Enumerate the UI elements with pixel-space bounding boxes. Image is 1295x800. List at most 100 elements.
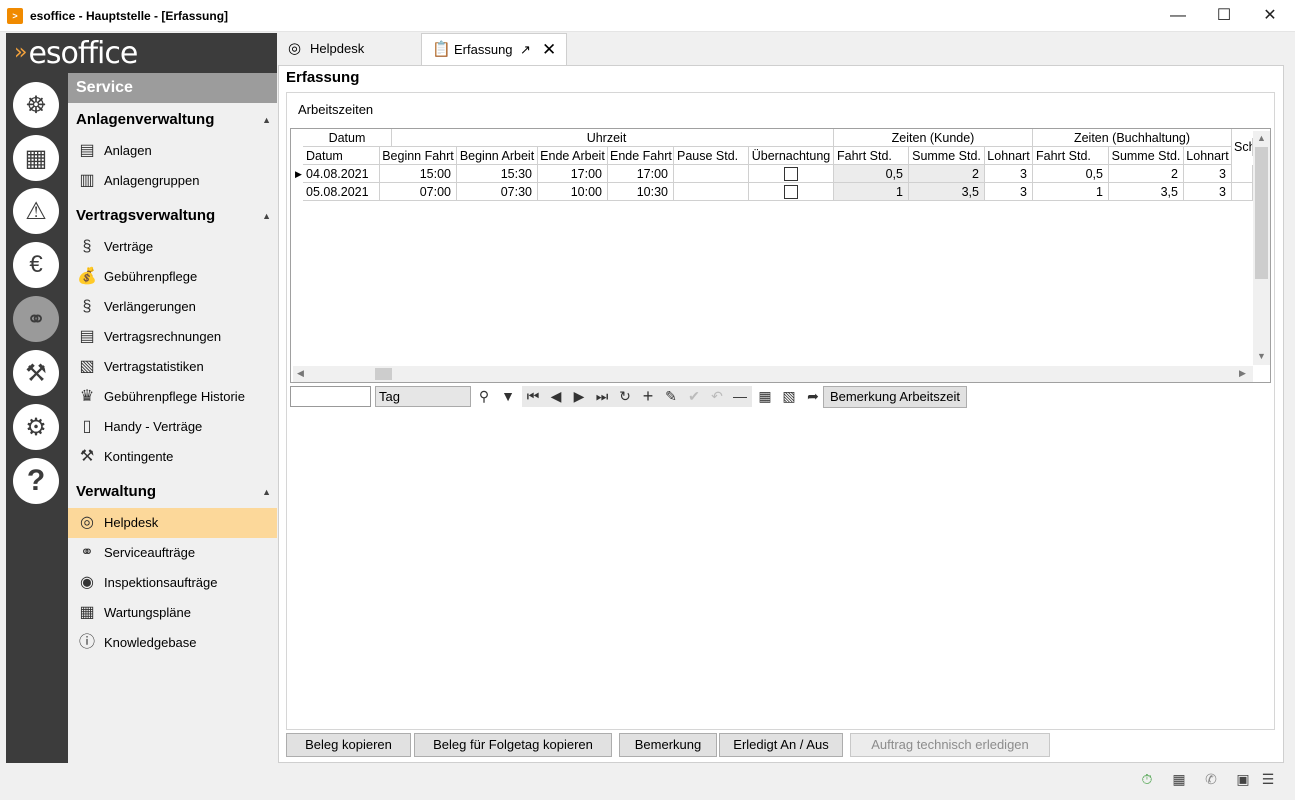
- minimize-icon[interactable]: —: [1155, 0, 1201, 32]
- col-uebernachtung[interactable]: Übernachtung: [749, 147, 834, 165]
- sidebar-item-vertragstatistiken[interactable]: ▧ Vertragstatistiken: [68, 352, 277, 382]
- cell-sch[interactable]: [1232, 165, 1253, 183]
- helm-icon[interactable]: ☸: [13, 82, 59, 128]
- col-beginn-fahrt[interactable]: Beginn Fahrt: [380, 147, 457, 165]
- gears-icon[interactable]: ⚙: [13, 404, 59, 450]
- col-b-lohnart[interactable]: Lohnart: [1184, 147, 1232, 165]
- phone-icon[interactable]: ✆: [1202, 769, 1220, 789]
- search-icon[interactable]: ⚲: [473, 386, 495, 407]
- copy-record-icon[interactable]: ▧: [778, 386, 800, 407]
- cell-b-fahrt[interactable]: 1: [1033, 183, 1109, 201]
- cell-datum[interactable]: 04.08.2021: [303, 165, 380, 183]
- lock-icon[interactable]: ▣: [1234, 769, 1252, 789]
- sidebar-item-anlagengruppen[interactable]: ▥ Anlagengruppen: [68, 166, 277, 196]
- close-tab-icon[interactable]: ✕: [542, 34, 556, 66]
- col-b-fahrt-std[interactable]: Fahrt Std.: [1033, 147, 1109, 165]
- cell-k-lohnart[interactable]: 3: [985, 183, 1033, 201]
- popout-icon[interactable]: ↗: [520, 34, 531, 66]
- bemerkung-arbeitszeit-button[interactable]: Bemerkung Arbeitszeit: [823, 386, 967, 408]
- cell-k-lohnart[interactable]: 3: [985, 165, 1033, 183]
- cell-uebernachtung[interactable]: [749, 183, 834, 201]
- tab-erfassung[interactable]: 📋 Erfassung ↗ ✕: [421, 33, 567, 66]
- runner-icon[interactable]: ➦: [802, 386, 824, 407]
- horizontal-scroll-thumb[interactable]: [375, 368, 392, 380]
- vertical-scroll-thumb[interactable]: [1255, 147, 1268, 279]
- group-verwaltung[interactable]: Verwaltung ▲: [68, 479, 277, 505]
- maximize-icon[interactable]: ☐: [1201, 0, 1247, 32]
- cell-ende-fahrt[interactable]: 17:00: [608, 165, 674, 183]
- sidebar-item-verlaengerungen[interactable]: § Verlängerungen: [68, 292, 277, 322]
- headset-icon[interactable]: ⚭: [13, 296, 59, 342]
- col-k-summe-std[interactable]: Summe Std.: [909, 147, 985, 165]
- cell-beginn-fahrt[interactable]: 07:00: [380, 183, 457, 201]
- arbeitszeiten-grid[interactable]: Datum Uhrzeit Zeiten (Kunde) Zeiten (Buc…: [290, 128, 1271, 383]
- sidebar-item-handy-vertraege[interactable]: ▯ Handy - Verträge: [68, 412, 277, 442]
- col-datum[interactable]: Datum: [303, 147, 380, 165]
- close-icon[interactable]: ✕: [1247, 0, 1293, 32]
- database-icon[interactable]: ☰: [1259, 769, 1277, 789]
- col-k-lohnart[interactable]: Lohnart: [985, 147, 1033, 165]
- search-input[interactable]: [290, 386, 371, 407]
- maze-icon[interactable]: ▦: [13, 135, 59, 181]
- sidebar-item-vertraege[interactable]: § Verträge: [68, 232, 277, 262]
- cell-pause[interactable]: [674, 183, 749, 201]
- beleg-folgetag-kopieren-button[interactable]: Beleg für Folgetag kopieren: [414, 733, 612, 757]
- cell-ende-fahrt[interactable]: 10:30: [608, 183, 674, 201]
- edit-icon[interactable]: ✎: [660, 386, 682, 407]
- add-icon[interactable]: +: [637, 386, 659, 407]
- col-pause-std[interactable]: Pause Std.: [674, 147, 749, 165]
- refresh-icon[interactable]: ↻: [614, 386, 636, 407]
- group-vertragsverwaltung[interactable]: Vertragsverwaltung ▲: [68, 203, 277, 229]
- cell-beginn-arbeit[interactable]: 15:30: [457, 165, 538, 183]
- sidebar-item-anlagen[interactable]: ▤ Anlagen: [68, 136, 277, 166]
- stopwatch-icon[interactable]: ⏱: [1138, 769, 1156, 789]
- export-icon[interactable]: ▦: [754, 386, 776, 407]
- first-record-icon[interactable]: ⏮: [522, 386, 544, 407]
- sidebar-item-gebuehrenpflege-historie[interactable]: ♛ Gebührenpflege Historie: [68, 382, 277, 412]
- vertical-scrollbar[interactable]: ▲ ▼: [1253, 131, 1270, 365]
- horizontal-scrollbar[interactable]: ◀ ▶: [293, 366, 1253, 382]
- cell-ende-arbeit[interactable]: 17:00: [538, 165, 608, 183]
- tools-icon[interactable]: ⚒: [13, 350, 59, 396]
- cell-b-fahrt[interactable]: 0,5: [1033, 165, 1109, 183]
- group-anlagenverwaltung[interactable]: Anlagenverwaltung ▲: [68, 107, 277, 133]
- cell-b-lohnart[interactable]: 3: [1184, 165, 1232, 183]
- col-beginn-arbeit[interactable]: Beginn Arbeit: [457, 147, 538, 165]
- sidebar-item-helpdesk[interactable]: ◎ Helpdesk: [68, 508, 277, 538]
- sidebar-item-kontingente[interactable]: ⚒ Kontingente: [68, 442, 277, 472]
- alarm-light-icon[interactable]: ⚠: [13, 188, 59, 234]
- col-b-summe-std[interactable]: Summe Std.: [1109, 147, 1184, 165]
- uebernachtung-checkbox[interactable]: [784, 166, 798, 181]
- cell-datum[interactable]: 05.08.2021: [303, 183, 380, 201]
- cell-pause[interactable]: [674, 165, 749, 183]
- sidebar-item-serviceauftraege[interactable]: ⚭ Serviceaufträge: [68, 538, 277, 568]
- erledigt-an-aus-button[interactable]: Erledigt An / Aus: [719, 733, 843, 757]
- sidebar-item-inspektionsauftraege[interactable]: ◉ Inspektionsaufträge: [68, 568, 277, 598]
- prev-record-icon[interactable]: ◀: [545, 386, 567, 407]
- money-icon[interactable]: €: [13, 242, 59, 288]
- cell-b-lohnart[interactable]: 3: [1184, 183, 1232, 201]
- cell-b-summe[interactable]: 2: [1109, 165, 1184, 183]
- col-ende-arbeit[interactable]: Ende Arbeit: [538, 147, 608, 165]
- beleg-kopieren-button[interactable]: Beleg kopieren: [286, 733, 411, 757]
- sidebar-item-vertragsrechnungen[interactable]: ▤ Vertragsrechnungen: [68, 322, 277, 352]
- cell-ende-arbeit[interactable]: 10:00: [538, 183, 608, 201]
- uebernachtung-checkbox[interactable]: [784, 184, 798, 199]
- cell-sch[interactable]: [1232, 183, 1253, 201]
- sidebar-item-gebuehrenpflege[interactable]: 💰 Gebührenpflege: [68, 262, 277, 292]
- col-ende-fahrt[interactable]: Ende Fahrt: [608, 147, 674, 165]
- delete-icon[interactable]: —: [729, 386, 751, 407]
- cell-uebernachtung[interactable]: [749, 165, 834, 183]
- filter-icon[interactable]: ▼: [497, 386, 519, 407]
- building-icon[interactable]: ▦: [1170, 769, 1188, 789]
- sidebar-item-wartungsplaene[interactable]: ▦ Wartungspläne: [68, 598, 277, 628]
- period-select[interactable]: Tag: [375, 386, 471, 407]
- cell-beginn-arbeit[interactable]: 07:30: [457, 183, 538, 201]
- tab-helpdesk[interactable]: ◎ Helpdesk: [278, 33, 421, 65]
- next-record-icon[interactable]: ▶: [568, 386, 590, 407]
- help-icon[interactable]: ?: [13, 458, 59, 504]
- last-record-icon[interactable]: ⏭: [591, 386, 613, 407]
- bemerkung-button[interactable]: Bemerkung: [619, 733, 717, 757]
- col-k-fahrt-std[interactable]: Fahrt Std.: [834, 147, 909, 165]
- cell-beginn-fahrt[interactable]: 15:00: [380, 165, 457, 183]
